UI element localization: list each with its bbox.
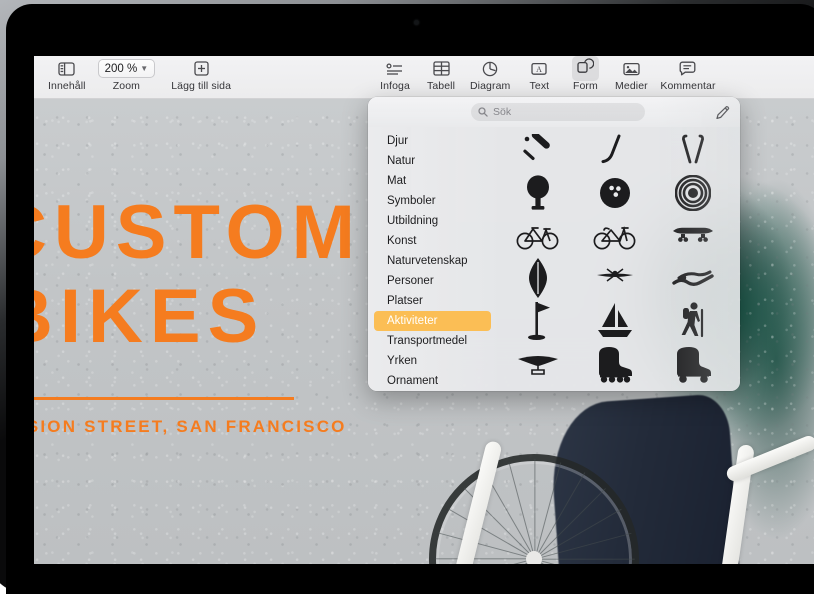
inline-skate-shape[interactable]	[577, 342, 655, 385]
shape-category-item[interactable]: Naturvetenskap	[374, 251, 491, 271]
svg-text:A: A	[537, 65, 543, 74]
shape-category-item[interactable]: Utbildning	[374, 211, 491, 231]
shape-category-item[interactable]: Djur	[374, 131, 491, 151]
sailboat-shape[interactable]	[577, 300, 655, 343]
bicycle-shape[interactable]	[499, 214, 577, 257]
toolbar-label-zoom: Zoom	[112, 80, 140, 92]
app-toolbar: Innehåll 200 % ▼ Zoom Lägg till sida Inf…	[34, 56, 814, 99]
toolbar-right-group: Infoga Tabell Diagram A Text Form Medier…	[372, 56, 722, 92]
toolbar-item-zoom[interactable]: 200 % ▼ Zoom	[92, 56, 162, 92]
shape-category-item[interactable]: Aktiviteter	[374, 311, 491, 331]
toolbar-label-medier: Medier	[615, 80, 648, 92]
ping-pong-paddle-shape[interactable]	[499, 172, 577, 215]
dartboard-target-shape[interactable]	[654, 172, 732, 215]
toolbar-item-infoga[interactable]: Infoga	[372, 56, 418, 92]
rowing-scull-shape[interactable]	[577, 257, 655, 300]
roller-skate-shape[interactable]	[654, 342, 732, 385]
toolbar-item-lagg-till-sida[interactable]: Lägg till sida	[161, 56, 241, 92]
toolbar-item-kommentar[interactable]: Kommentar	[654, 56, 721, 92]
shape-category-item[interactable]: Konst	[374, 231, 491, 251]
bowling-ball-shape[interactable]	[577, 172, 655, 215]
toolbar-item-diagram[interactable]: Diagram	[464, 56, 516, 92]
poster-text-group[interactable]: CUSTOM BIKES MISSION STREET, SAN FRANCIS…	[34, 99, 355, 564]
camera-dot-icon	[414, 20, 419, 25]
surfboard-shape[interactable]	[499, 257, 577, 300]
search-icon	[478, 107, 488, 117]
bicycle-spoke	[534, 558, 635, 560]
cricket-bat-and-ball-shape[interactable]	[499, 129, 577, 172]
zoom-dropdown[interactable]: 200 % ▼	[97, 59, 156, 78]
toolbar-item-innehall[interactable]: Innehåll	[42, 56, 92, 92]
poster-subtitle[interactable]: MISSION STREET, SAN FRANCISCO	[34, 417, 347, 437]
search-input-wrapper[interactable]: Sök	[471, 103, 645, 121]
toolbar-item-text[interactable]: A Text	[516, 56, 562, 92]
search-input[interactable]: Sök	[493, 106, 511, 118]
pie-chart-icon	[482, 59, 498, 78]
popover-body: Djur Natur Mat Symboler Utbildning Konst Natur…	[368, 127, 740, 391]
plus-square-icon	[193, 59, 209, 78]
shape-category-item[interactable]: Platser	[374, 291, 491, 311]
golf-flag-shape[interactable]	[499, 300, 577, 343]
poster-divider-rule	[34, 397, 294, 400]
sidebar-icon	[58, 59, 75, 78]
media-image-icon	[623, 59, 640, 78]
toolbar-item-form[interactable]: Form	[562, 56, 608, 92]
shapes-icon-wrapper	[571, 56, 599, 81]
crossed-skis-shape[interactable]	[654, 129, 732, 172]
shape-category-item[interactable]: Yrken	[374, 351, 491, 371]
hiker-shape[interactable]	[654, 300, 732, 343]
shapes-icon	[571, 56, 599, 81]
toolbar-left-group: Innehåll 200 % ▼ Zoom Lägg till sida	[42, 56, 241, 92]
hang-glider-shape[interactable]	[499, 342, 577, 385]
shape-category-item[interactable]: Natur	[374, 151, 491, 171]
bicycle-spoke	[534, 459, 536, 559]
toolbar-label-kommentar: Kommentar	[660, 80, 716, 92]
screen: Innehåll 200 % ▼ Zoom Lägg till sida Inf…	[34, 56, 814, 564]
toolbar-label-form: Form	[572, 80, 598, 92]
toolbar-label-innehall: Innehåll	[48, 80, 86, 92]
chevron-down-icon: ▼	[140, 63, 149, 73]
toolbar-label-text: Text	[529, 80, 550, 92]
shape-category-item[interactable]: Personer	[374, 271, 491, 291]
shape-category-item[interactable]: Mat	[374, 171, 491, 191]
toolbar-label-tabell: Tabell	[426, 80, 456, 92]
shapes-popover[interactable]: Sök Djur Natur Mat Symboler Utbildning Konst N…	[368, 97, 740, 391]
shape-category-item[interactable]: Transportmedel	[374, 331, 491, 351]
shape-category-list[interactable]: Djur Natur Mat Symboler Utbildning Konst Natur…	[368, 127, 497, 391]
road-bicycle-shape[interactable]	[577, 214, 655, 257]
swimmer-shape[interactable]	[654, 257, 732, 300]
comment-bubble-icon	[679, 59, 696, 78]
toolbar-item-medier[interactable]: Medier	[608, 56, 654, 92]
toolbar-item-tabell[interactable]: Tabell	[418, 56, 464, 92]
skateboard-shape[interactable]	[654, 214, 732, 257]
bicycle-spoke	[434, 558, 535, 560]
popover-header: Sök	[368, 97, 740, 127]
shape-category-item[interactable]: Ornament	[374, 371, 491, 391]
poster-title-line-1[interactable]: CUSTOM	[34, 195, 362, 271]
toolbar-label-infoga: Infoga	[380, 80, 410, 92]
toolbar-label-diagram: Diagram	[470, 80, 511, 92]
hockey-stick-shape[interactable]	[577, 129, 655, 172]
table-icon	[432, 59, 450, 78]
toolbar-label-lagg-till-sida: Lägg till sida	[171, 80, 232, 92]
poster-title-line-2[interactable]: BIKES	[34, 279, 265, 355]
shape-grid[interactable]	[497, 127, 740, 391]
shape-category-item[interactable]: Symboler	[374, 191, 491, 211]
insert-list-icon	[386, 59, 404, 78]
zoom-control[interactable]: 200 % ▼	[97, 59, 156, 78]
pencil-draw-icon[interactable]	[714, 104, 731, 121]
zoom-value: 200 %	[104, 62, 138, 75]
text-box-icon: A	[531, 59, 548, 78]
bicycle-hub-photo-element	[526, 551, 542, 564]
